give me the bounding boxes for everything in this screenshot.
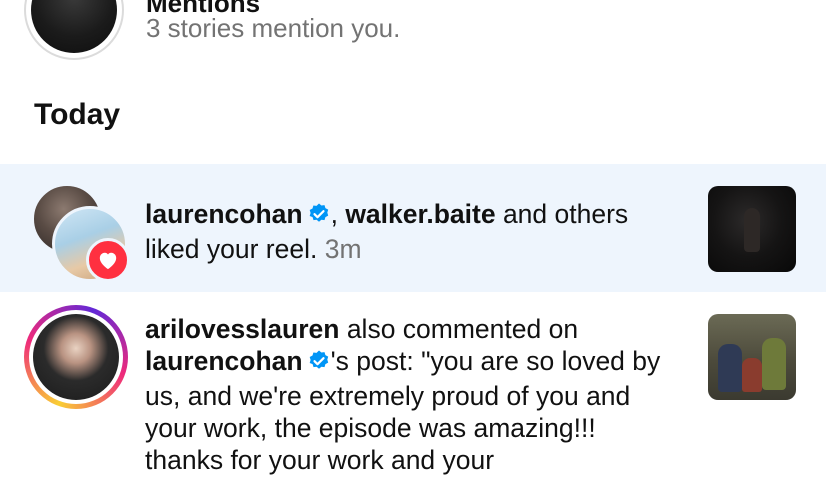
timestamp: 3m [324,234,362,264]
like-notification-text: laurencohan, walker.baite and others lik… [145,198,675,265]
username-link[interactable]: laurencohan [145,199,303,229]
notification-text: also commented on [339,314,579,344]
username-link[interactable]: laurencohan [145,346,303,376]
mentions-avatar[interactable] [24,0,124,60]
notification-text: and others [495,199,629,229]
post-thumbnail[interactable] [708,314,796,400]
separator-text: , [330,199,346,229]
reel-thumbnail[interactable] [708,186,796,272]
username-link[interactable]: arilovesslauren [145,314,339,344]
section-title-today: Today [34,98,121,131]
story-avatar-ring[interactable] [24,305,128,409]
mentions-subtitle: 3 stories mention you. [146,13,401,43]
notification-text: liked your reel. [145,234,318,264]
heart-icon [86,238,130,282]
thumbnail-figure [742,358,762,392]
mentions-row[interactable]: Mentions 3 stories mention you. [0,0,826,70]
verified-badge-icon [307,201,331,233]
story-avatar-inner [29,310,123,404]
username-link[interactable]: walker.baite [345,199,495,229]
thumbnail-figure [744,208,760,252]
thumbnail-figure [718,344,742,392]
thumbnail-figure [762,338,786,390]
avatar-arilovesslauren [33,314,119,400]
mentions-avatar-image [31,0,117,53]
verified-badge-icon [307,348,331,380]
comment-notification-text: arilovesslauren also commented on lauren… [145,313,675,476]
